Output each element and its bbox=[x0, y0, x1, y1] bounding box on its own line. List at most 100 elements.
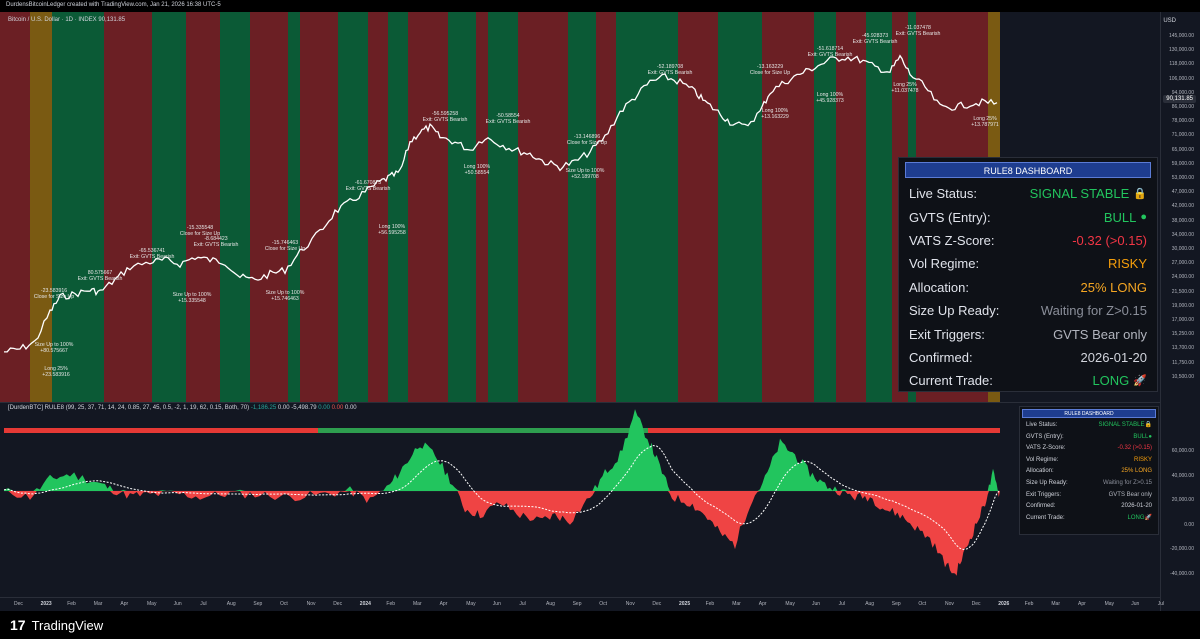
trade-annotation: Exit: GVTS Bearish bbox=[78, 276, 123, 282]
price-tick: 59,000.00 bbox=[1171, 160, 1194, 167]
dashboard-row: VATS Z-Score: -0.32 (>0.15) bbox=[903, 229, 1153, 252]
rule8-dashboard-mini: RULE8 DASHBOARD Live Status: SIGNAL STABL… bbox=[1019, 406, 1159, 535]
dashboard-value: RISKY bbox=[1107, 256, 1147, 272]
trade-annotation: Exit: GVTS Bearish bbox=[194, 242, 239, 248]
time-tick: Dec bbox=[971, 601, 981, 607]
dashboard-row: Exit Triggers: GVTS Bear only bbox=[1022, 490, 1156, 502]
trade-annotation: Exit: GVTS Bearish bbox=[486, 119, 531, 125]
price-tick: 11,750.00 bbox=[1172, 359, 1194, 366]
trade-annotation: Exit: GVTS Bearish bbox=[130, 254, 175, 260]
time-tick: Sep bbox=[891, 601, 901, 607]
indicator-value: 0.00 bbox=[329, 405, 344, 411]
time-tick: 2026 bbox=[998, 601, 1010, 607]
indicator-tick: 20,000.00 bbox=[1171, 497, 1194, 503]
dashboard-key: VATS Z-Score: bbox=[909, 232, 995, 248]
symbol-name: Bitcoin / U.S. Dollar · 1D · INDEX bbox=[8, 17, 97, 23]
dashboard-key: Allocation: bbox=[909, 279, 969, 295]
trade-annotation: Exit: GVTS Bearish bbox=[346, 186, 391, 192]
time-tick: Dec bbox=[14, 601, 23, 607]
price-tick: 71,000.00 bbox=[1171, 132, 1194, 139]
indicator-value: -5,498.79 bbox=[289, 405, 317, 411]
tradingview-logo[interactable]: 17 bbox=[10, 617, 26, 633]
dashboard-value: GVTS Bear only bbox=[1108, 491, 1152, 498]
time-tick: Oct bbox=[918, 601, 927, 607]
lock-icon: 🔒 bbox=[1133, 188, 1147, 201]
dashboard-value: Waiting for Z>0.15 bbox=[1040, 303, 1147, 319]
indicator-pane[interactable] bbox=[0, 402, 1160, 602]
brand-name[interactable]: TradingView bbox=[32, 618, 104, 633]
time-tick: Nov bbox=[306, 601, 316, 607]
dashboard-row: Confirmed: 2026-01-20 bbox=[903, 346, 1153, 369]
dashboard-key: Current Trade: bbox=[1026, 514, 1065, 521]
trade-annotation: Close for Size Up bbox=[567, 140, 607, 146]
regime-band-bull bbox=[338, 12, 368, 402]
trade-annotation: +45.928373 bbox=[816, 98, 844, 104]
regime-band-bull bbox=[814, 12, 836, 402]
regime-band-bull bbox=[568, 12, 596, 402]
dashboard-row: Current Trade: LONG🚀 bbox=[1022, 513, 1156, 525]
chart-credit: DurdensBitcoinLedger created with Tradin… bbox=[6, 2, 221, 8]
dashboard-key: Size Up Ready: bbox=[1026, 479, 1068, 486]
regime-band-bull bbox=[448, 12, 476, 402]
dashboard-value: 25% LONG bbox=[1080, 279, 1147, 295]
dashboard-key: Live Status: bbox=[909, 186, 977, 202]
time-tick: Dec bbox=[333, 601, 343, 607]
dashboard-key: Exit Triggers: bbox=[1026, 491, 1062, 498]
time-tick: Feb bbox=[386, 601, 396, 607]
last-price: 90,131.85 bbox=[98, 17, 126, 23]
dashboard-row: Size Up Ready: Waiting for Z>0.15 bbox=[903, 299, 1153, 322]
price-tick: 21,500.00 bbox=[1171, 288, 1194, 295]
footer: 17 TradingView bbox=[0, 611, 1200, 639]
rocket-icon: 🚀 bbox=[1133, 375, 1147, 388]
price-tick: 27,000.00 bbox=[1171, 260, 1194, 267]
rocket-icon: 🚀 bbox=[1144, 514, 1152, 521]
current-price-label: 90,131.85 bbox=[1163, 95, 1196, 103]
price-tick: 118,000.00 bbox=[1169, 61, 1194, 68]
indicator-tick: 0.00 bbox=[1184, 521, 1194, 528]
regime-band-bear bbox=[250, 12, 288, 402]
regime-band-bear bbox=[300, 12, 338, 402]
price-tick: 53,000.00 bbox=[1171, 175, 1194, 181]
time-tick: 2024 bbox=[359, 601, 371, 607]
time-tick: Sep bbox=[253, 601, 263, 607]
dashboard-key: GVTS (Entry): bbox=[909, 209, 991, 225]
trade-annotation: +11.037478 bbox=[891, 88, 918, 94]
time-tick: Jul bbox=[838, 601, 845, 607]
time-axis[interactable]: Dec 2023 Feb Mar Apr May Jun Jul Aug Sep Oct Nov Dec… bbox=[0, 597, 1164, 611]
trade-annotation: Close for Size Up bbox=[34, 294, 74, 300]
dashboard-key: Exit Triggers: bbox=[909, 326, 985, 342]
time-tick: Mar bbox=[413, 601, 422, 607]
dashboard-key: Vol Regime: bbox=[909, 256, 980, 272]
dashboard-value: -0.32 (>0.15) bbox=[1117, 445, 1152, 452]
time-tick: Mar bbox=[732, 601, 741, 607]
time-tick: May bbox=[466, 601, 476, 607]
time-tick: Jun bbox=[812, 601, 821, 607]
regime-band-bear bbox=[0, 12, 30, 402]
dashboard-value: 2026-01-20 bbox=[1121, 503, 1152, 510]
price-tick: 47,000.00 bbox=[1171, 189, 1194, 196]
price-tick: 130,000.00 bbox=[1168, 47, 1194, 54]
green-circle-icon: ● bbox=[1140, 211, 1147, 224]
time-tick: Apr bbox=[758, 601, 767, 607]
time-tick: 2025 bbox=[679, 601, 691, 607]
dashboard-row: GVTS (Entry): BULL● bbox=[903, 205, 1153, 228]
regime-band-bull bbox=[866, 12, 892, 402]
dashboard-key: Size Up Ready: bbox=[909, 303, 1000, 319]
trade-annotation: Exit: GVTS Bearish bbox=[423, 117, 468, 123]
time-tick: Aug bbox=[865, 601, 875, 607]
dashboard-key: Confirmed: bbox=[1026, 503, 1056, 510]
indicator-chart[interactable] bbox=[0, 403, 1160, 599]
time-tick: Feb bbox=[705, 601, 715, 607]
price-tick: 19,000.00 bbox=[1171, 302, 1194, 309]
price-tick: 106,000.00 bbox=[1168, 75, 1194, 82]
dashboard-value: BULL● bbox=[1103, 209, 1147, 225]
regime-band-bull bbox=[388, 12, 408, 402]
indicator-label: [DurdenBTC] RULE8 (99, 25, 37, 71, 14, 2… bbox=[8, 405, 357, 411]
time-tick: Jul bbox=[1157, 601, 1165, 607]
dashboard-key: Current Trade: bbox=[909, 373, 993, 389]
indicator-value: 0.00 bbox=[276, 405, 290, 411]
indicator-tick: -20,000.00 bbox=[1170, 546, 1194, 552]
time-tick: Jul bbox=[200, 601, 207, 607]
indicator-tick: -40,000.00 bbox=[1170, 570, 1194, 577]
dashboard-value: LONG🚀 bbox=[1092, 373, 1147, 389]
